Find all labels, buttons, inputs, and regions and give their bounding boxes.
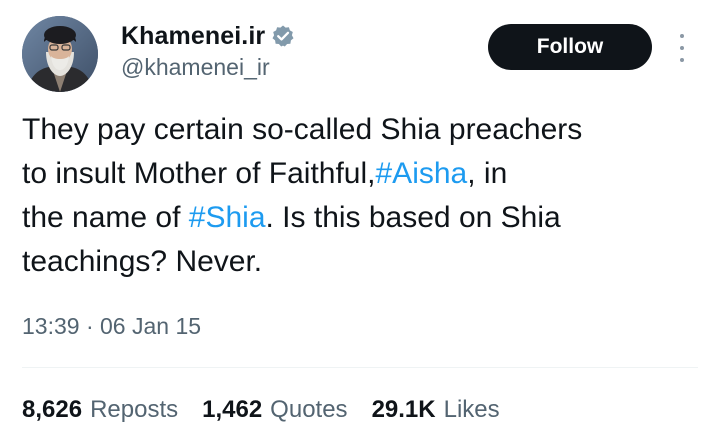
hashtag-link-aisha[interactable]: #Aisha <box>376 157 468 190</box>
quotes-label: Quotes <box>270 396 348 423</box>
engagement-stats: 8,626 Reposts 1,462 Quotes 29.1K Likes <box>22 392 524 428</box>
tweet-text-segment: , in <box>467 157 508 190</box>
tweet-line: They pay certain so-called Shia preacher… <box>22 108 692 152</box>
portrait-icon <box>22 16 98 92</box>
likes-count: 29.1K <box>371 396 436 423</box>
tweet-line: the name of #Shia. Is this based on Shia <box>22 196 692 240</box>
reposts-count: 8,626 <box>22 396 83 423</box>
tweet-text: They pay certain so-called Shia preacher… <box>22 108 692 284</box>
tweet-line: to insult Mother of Faithful,#Aisha, in <box>22 152 692 196</box>
author-avatar[interactable] <box>22 16 98 92</box>
quotes-count: 1,462 <box>202 396 263 423</box>
tweet-text-segment: the name of <box>22 201 189 234</box>
reposts-stat[interactable]: 8,626 Reposts <box>22 396 178 424</box>
tweet-text-segment: to insult Mother of Faithful, <box>22 157 376 190</box>
tweet-card: Khamenei.ir @khamenei_ir Follow They pay… <box>0 0 715 444</box>
author-handle[interactable]: @khamenei_ir <box>121 54 270 81</box>
follow-button[interactable]: Follow <box>488 24 652 70</box>
reposts-label: Reposts <box>90 396 179 423</box>
verified-badge-icon[interactable] <box>271 24 295 48</box>
more-dot <box>680 46 684 50</box>
hashtag-link-shia[interactable]: #Shia <box>189 201 266 234</box>
likes-label: Likes <box>443 396 500 423</box>
more-dot <box>680 58 684 62</box>
more-dot <box>680 34 684 38</box>
tweet-timestamp[interactable]: 13:39 · 06 Jan 15 <box>22 308 201 344</box>
divider <box>22 367 698 368</box>
tweet-text-segment: teachings? Never. <box>22 245 263 278</box>
tweet-line: teachings? Never. <box>22 240 692 284</box>
quotes-stat[interactable]: 1,462 Quotes <box>202 396 347 424</box>
tweet-text-segment: . Is this based on Shia <box>265 201 561 234</box>
author-display-name[interactable]: Khamenei.ir <box>121 22 265 51</box>
more-vertical-icon[interactable] <box>672 34 692 62</box>
likes-stat[interactable]: 29.1K Likes <box>372 396 500 424</box>
author-name-row: Khamenei.ir <box>121 20 295 52</box>
tweet-text-segment: They pay certain so-called Shia preacher… <box>22 113 583 146</box>
